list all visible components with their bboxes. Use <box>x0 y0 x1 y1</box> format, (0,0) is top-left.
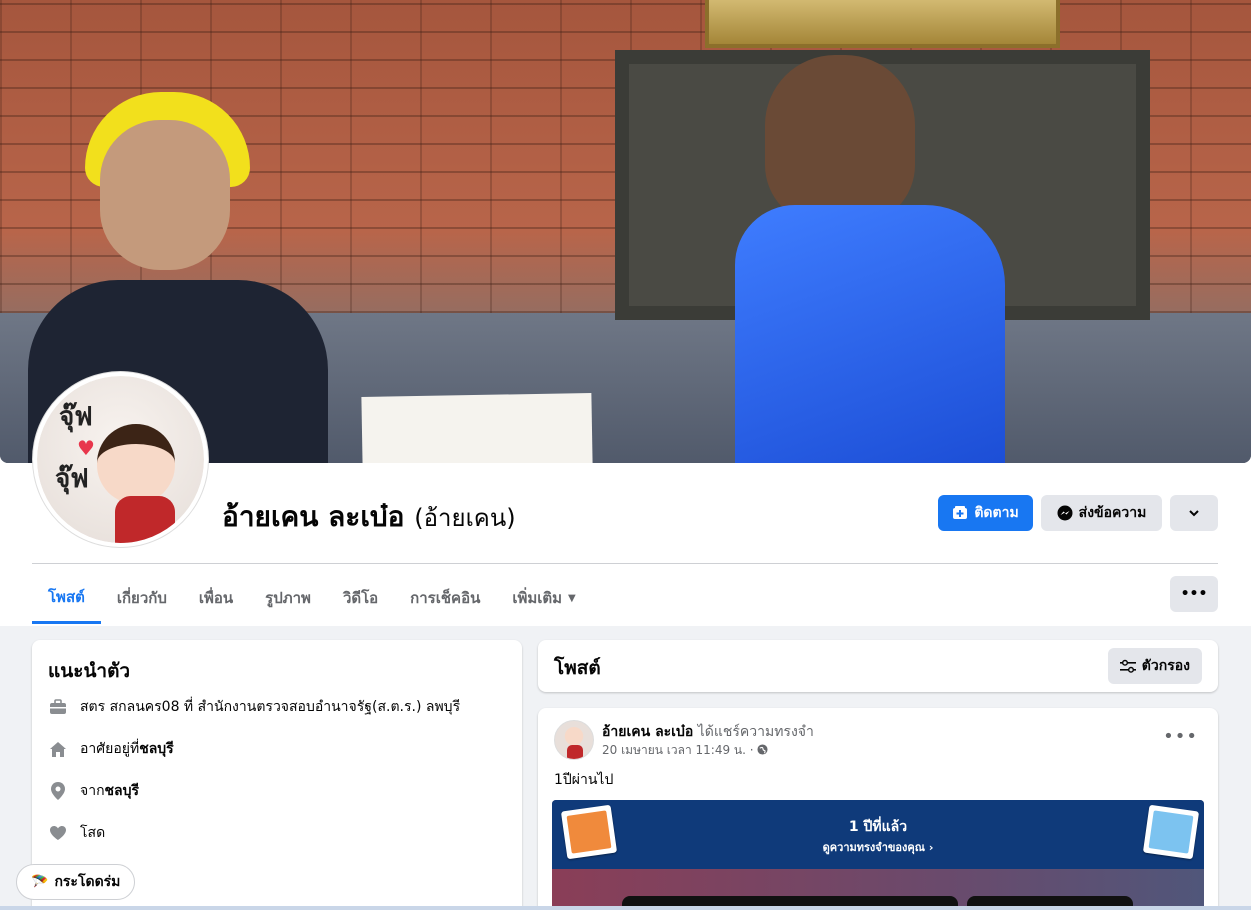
follow-button[interactable]: ติดตาม <box>938 495 1033 531</box>
chevron-down-icon <box>1189 510 1199 517</box>
hobby-chip[interactable]: 🪂 กระโดดร่ม <box>16 864 136 900</box>
memory-link[interactable]: ดูความทรงจำของคุณ › <box>552 838 1204 856</box>
tab-posts[interactable]: โพสต์ <box>32 572 101 624</box>
avatar-text-bottom: จุ๊ฟ <box>55 464 89 494</box>
tab-photos[interactable]: รูปภาพ <box>249 572 327 624</box>
memory-title: 1 ปีที่แล้ว <box>848 819 908 835</box>
avatar-text-top: จุ๊ฟ <box>59 402 93 432</box>
post-author-avatar[interactable] <box>554 720 594 760</box>
intro-work: สตร สกลนคร08 ที่ สำนักงานตรวจสอบอำนาจรัฐ… <box>48 696 460 718</box>
profile-more-dropdown[interactable] <box>1170 495 1218 531</box>
header-divider <box>32 563 1218 564</box>
tab-about[interactable]: เกี่ยวกับ <box>101 572 183 624</box>
home-icon <box>48 739 68 759</box>
tabs-more-button[interactable]: ••• <box>1170 576 1218 612</box>
bottom-bar <box>0 906 1251 910</box>
profile-name: อ้ายเคน ละเบ๋อ (อ้ายเคน) <box>222 495 516 539</box>
intro-lives: อาศัยอยู่ที่ ชลบุรี <box>48 738 174 760</box>
parachute-icon: 🪂 <box>31 874 49 890</box>
post-text: 1ปีผ่านไป <box>554 772 614 788</box>
post-timestamp[interactable]: 20 เมษายน เวลา 11:49 น. · <box>602 743 754 757</box>
follow-icon <box>953 506 968 519</box>
follow-label: ติดตาม <box>974 505 1019 521</box>
message-button[interactable]: ส่งข้อความ <box>1041 495 1162 531</box>
filter-button[interactable]: ตัวกรอง <box>1107 648 1202 684</box>
post-meta: 20 เมษายน เวลา 11:49 น. · <box>602 741 768 760</box>
posts-title: โพสต์ <box>554 657 601 679</box>
post-options-icon[interactable]: ••• <box>1163 726 1198 747</box>
filter-icon <box>1119 659 1136 673</box>
messenger-icon <box>1057 505 1073 521</box>
tab-checkins[interactable]: การเช็คอิน <box>394 572 496 624</box>
profile-name-main: อ้ายเคน ละเบ๋อ <box>222 500 405 533</box>
location-pin-icon <box>48 781 68 801</box>
intro-title: แนะนำตัว <box>48 660 131 682</box>
chevron-right-icon: › <box>928 841 934 854</box>
cover-photo[interactable] <box>0 0 1251 463</box>
intro-relationship: โสด <box>48 822 105 844</box>
profile-alt-name: (อ้ายเคน) <box>414 504 516 532</box>
globe-icon <box>757 743 768 757</box>
post-card: อ้ายเคน ละเบ๋อ ได้แชร์ความทรงจำ 20 เมษาย… <box>538 708 1218 910</box>
heart-icon <box>48 823 68 843</box>
tab-more[interactable]: เพิ่มเติม ▼ <box>496 572 591 624</box>
tab-friends[interactable]: เพื่อน <box>183 572 249 624</box>
profile-tabs: โพสต์ เกี่ยวกับ เพื่อน รูปภาพ วิดีโอ การ… <box>32 572 592 624</box>
heart-icon: ♥ <box>77 436 95 460</box>
post-author-line: อ้ายเคน ละเบ๋อ ได้แชร์ความทรงจำ <box>602 721 814 743</box>
post-author-name[interactable]: อ้ายเคน ละเบ๋อ <box>602 724 693 740</box>
memory-attachment[interactable]: 1 ปีที่แล้ว ดูความทรงจำของคุณ › <box>552 800 1204 910</box>
profile-avatar[interactable]: ♥ จุ๊ฟ จุ๊ฟ <box>33 372 208 547</box>
profile-header: ♥ จุ๊ฟ จุ๊ฟ อ้ายเคน ละเบ๋อ (อ้ายเคน) ติด… <box>0 0 1251 626</box>
posts-header: โพสต์ ตัวกรอง <box>538 640 1218 692</box>
intro-from: จาก ชลบุรี <box>48 780 139 802</box>
more-dots-icon: ••• <box>1180 586 1208 602</box>
message-label: ส่งข้อความ <box>1078 505 1147 521</box>
caret-down-icon: ▼ <box>568 592 576 604</box>
tab-videos[interactable]: วิดีโอ <box>327 572 394 624</box>
briefcase-icon <box>48 697 68 717</box>
page: ♥ จุ๊ฟ จุ๊ฟ อ้ายเคน ละเบ๋อ (อ้ายเคน) ติด… <box>0 0 1251 910</box>
post-action: ได้แชร์ความทรงจำ <box>697 724 814 740</box>
